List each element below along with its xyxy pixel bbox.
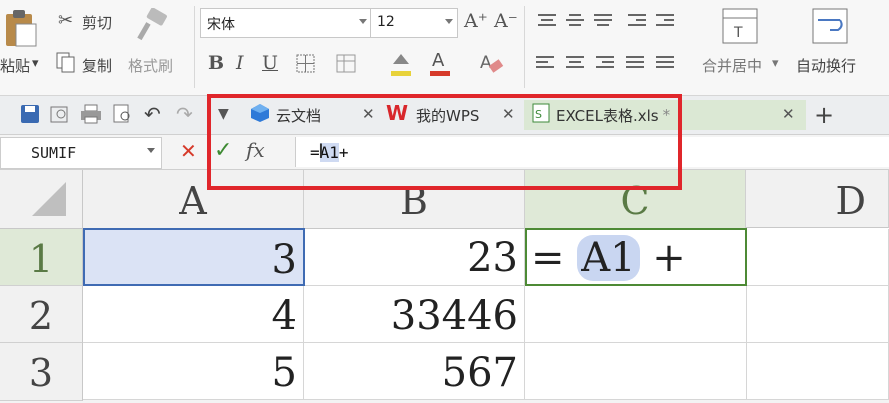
save-icon[interactable]: [20, 104, 40, 128]
cell-b1[interactable]: 23: [305, 229, 525, 286]
font-name-select[interactable]: 宋体: [200, 8, 372, 38]
cell-c1-prefix: =: [531, 235, 578, 281]
copy-icon[interactable]: [56, 52, 76, 78]
cell-c1-suffix: +: [639, 235, 686, 281]
justify-icon[interactable]: [626, 56, 644, 70]
scissors-icon[interactable]: ✂: [58, 10, 73, 31]
fill-color-icon[interactable]: [388, 50, 414, 82]
wrap-text-button[interactable]: 自动换行: [796, 55, 856, 76]
row-header-3[interactable]: 3: [0, 343, 83, 401]
svg-text:T: T: [733, 25, 743, 41]
print-preview-icon[interactable]: [112, 104, 134, 128]
grow-font-button[interactable]: A⁺: [464, 10, 488, 32]
ribbon-divider: [524, 6, 525, 88]
cell-c3[interactable]: [525, 343, 747, 400]
spreadsheet-grid: A B C D 1 2 3 3 23 = A1 + 4 33446 5 567: [0, 170, 889, 401]
merge-center-button[interactable]: 合并居中: [702, 55, 762, 76]
highlight-annotation-box: [207, 94, 682, 190]
increase-indent-icon[interactable]: [656, 14, 674, 28]
cell-a2[interactable]: 4: [83, 286, 304, 343]
redo-icon[interactable]: ↷: [176, 102, 193, 126]
close-icon[interactable]: ✕: [782, 105, 795, 123]
cell-a1[interactable]: 3: [83, 228, 305, 286]
align-right-icon[interactable]: [596, 56, 614, 70]
cut-button[interactable]: 剪切: [82, 12, 112, 33]
select-all-corner[interactable]: [0, 170, 83, 229]
clear-format-icon[interactable]: A: [478, 50, 504, 80]
merge-dropdown-icon[interactable]: ▾: [772, 56, 779, 71]
cell-d3[interactable]: [747, 343, 889, 400]
chevron-down-icon: [445, 19, 453, 24]
border-icon[interactable]: [296, 54, 316, 78]
wrap-text-icon[interactable]: [812, 8, 848, 48]
chevron-down-icon[interactable]: [147, 148, 155, 153]
name-box-value: SUMIF: [31, 144, 77, 162]
column-header-d[interactable]: D: [746, 170, 889, 228]
font-name-value: 宋体: [207, 17, 235, 33]
new-tab-button[interactable]: +: [814, 100, 834, 130]
cell-c1[interactable]: = A1 +: [525, 228, 747, 286]
paste-dropdown-icon[interactable]: ▾: [32, 56, 39, 71]
cell-b2[interactable]: 33446: [304, 286, 525, 343]
align-left-icon[interactable]: [536, 56, 554, 70]
row-header-2[interactable]: 2: [0, 286, 83, 343]
svg-text:A: A: [432, 50, 445, 71]
cancel-button[interactable]: ✕: [180, 139, 197, 163]
shrink-font-button[interactable]: A⁻: [494, 10, 518, 32]
font-color-icon[interactable]: A: [428, 48, 452, 82]
copy-button[interactable]: 复制: [82, 55, 112, 76]
merge-center-icon[interactable]: T: [722, 8, 758, 48]
cell-c1-reference: A1: [577, 235, 640, 281]
row-header-1[interactable]: 1: [0, 229, 83, 286]
italic-button[interactable]: I: [236, 52, 244, 74]
format-painter-button[interactable]: 格式刷: [128, 55, 173, 76]
print-icon[interactable]: [80, 104, 102, 128]
export-icon[interactable]: [50, 104, 72, 128]
cell-b3[interactable]: 567: [304, 343, 525, 400]
distributed-icon[interactable]: [656, 56, 674, 70]
align-top-icon[interactable]: [538, 14, 556, 28]
undo-icon[interactable]: ↶: [144, 102, 161, 126]
cell-style-icon[interactable]: [336, 54, 358, 78]
font-size-select[interactable]: 12: [370, 8, 458, 38]
format-painter-icon[interactable]: [136, 7, 170, 48]
align-center-icon[interactable]: [566, 56, 584, 70]
decrease-indent-icon[interactable]: [628, 14, 646, 28]
name-box[interactable]: SUMIF: [0, 137, 162, 169]
align-middle-icon[interactable]: [566, 14, 584, 28]
svg-text:A: A: [480, 53, 492, 73]
paste-button[interactable]: 粘贴: [0, 55, 30, 76]
cell-d2[interactable]: [747, 286, 889, 343]
ribbon-toolbar: 粘贴 ▾ ✂ 剪切 复制 格式刷 宋体 12 A⁺ A⁻ B I U A A T…: [0, 0, 889, 96]
chevron-down-icon: [359, 19, 367, 24]
cell-c2[interactable]: [525, 286, 747, 343]
underline-button[interactable]: U: [262, 52, 278, 74]
cell-d1[interactable]: [747, 229, 889, 286]
align-bottom-icon[interactable]: [594, 14, 612, 28]
bold-button[interactable]: B: [208, 52, 224, 74]
cell-a3[interactable]: 5: [83, 343, 304, 400]
paste-icon[interactable]: [4, 8, 38, 48]
ribbon-divider: [194, 6, 195, 88]
font-size-value: 12: [377, 14, 395, 30]
